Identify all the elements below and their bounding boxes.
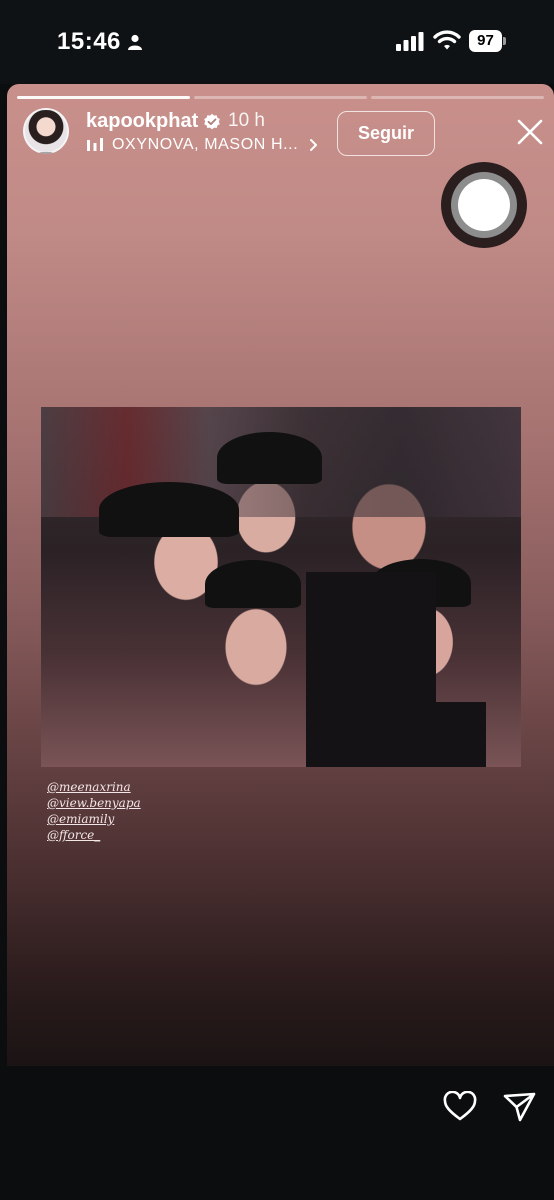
signal-icon [396,32,424,51]
mention-tag[interactable]: @meenaxrina [47,779,141,795]
battery-level: 97 [469,30,502,52]
battery-indicator: 97 [469,30,506,52]
story-username[interactable]: kapookphat [86,110,198,133]
verified-badge-icon [204,113,220,130]
chevron-right-icon [310,139,318,151]
mention-tag[interactable]: @fforce_ [47,827,141,843]
mention-tag[interactable]: @emiamily [47,811,141,827]
photo-cap [217,432,322,484]
mention-list: @meenaxrina @view.benyapa @emiamily @ffo… [47,779,141,843]
assistive-touch-ring [451,172,517,238]
story-time-ago: 10 h [228,110,265,131]
heart-icon[interactable] [443,1091,477,1123]
status-time: 15:46 [57,28,121,55]
wifi-icon [433,30,461,50]
story-progress [17,96,544,99]
story-viewer[interactable]: kapookphat 10 h OXYNOVA, MASON H... Segu… [7,84,554,1066]
story-actions-bar [0,1066,554,1200]
follow-button[interactable]: Seguir [337,111,435,156]
story-photo [41,407,521,767]
progress-segment [17,96,190,99]
assistive-touch-button[interactable] [441,162,527,248]
progress-segment [194,96,367,99]
avatar[interactable] [23,108,69,154]
battery-tip [503,37,506,45]
photo-shirt [376,702,486,767]
progress-segment [371,96,544,99]
mention-tag[interactable]: @view.benyapa [47,795,141,811]
music-attribution[interactable]: OXYNOVA, MASON H... [86,135,319,155]
status-bar: 15:46 97 [0,0,554,84]
assistive-touch-dot [458,179,510,231]
photo-cap [99,482,239,537]
photo-cap [205,560,301,608]
close-icon[interactable] [516,118,544,146]
person-icon [128,34,142,50]
send-icon[interactable] [503,1091,537,1123]
audio-bars-icon [87,138,103,151]
music-track-label: OXYNOVA, MASON H... [112,136,299,153]
